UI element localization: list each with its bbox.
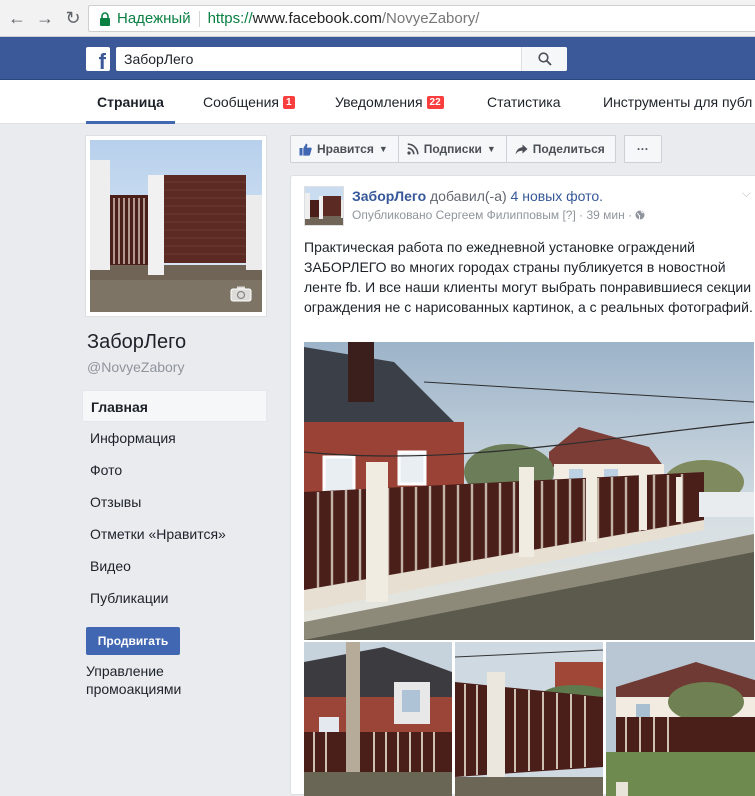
page-admin-tabs: Страница Сообщения 1 Уведомления 22 Статис…	[0, 80, 755, 124]
url-host: www.facebook.com	[252, 10, 382, 27]
avatar-fence-photo	[305, 187, 343, 225]
secure-label: Надежный	[117, 10, 191, 27]
facebook-top-bar: f	[0, 37, 755, 80]
thumbs-up-icon	[299, 143, 312, 156]
post-text: Практическая работа по ежедневной устано…	[304, 239, 753, 315]
follow-button[interactable]: Подписки ▼	[397, 135, 507, 163]
post-photo-thumb-2[interactable]	[455, 642, 603, 796]
left-nav-likes[interactable]: Отметки «Нравится»	[82, 518, 267, 550]
search-box	[116, 47, 567, 71]
post-meta: Опубликовано Сергеем Филипповым [?] · 39…	[352, 208, 645, 222]
tab-publishing-tools-label: Инструменты для публ	[603, 94, 753, 110]
more-options-button[interactable]: ···	[623, 135, 662, 163]
forward-arrow-icon[interactable]: →	[34, 7, 56, 29]
post-photo-thumb-1[interactable]	[304, 642, 452, 796]
post-action-text: добавил(-а)	[430, 188, 507, 204]
search-icon	[537, 52, 552, 66]
search-input[interactable]	[116, 48, 521, 70]
tab-notifications-label: Уведомления	[335, 94, 423, 110]
reload-icon[interactable]: ↻	[62, 7, 84, 29]
lock-icon	[99, 11, 111, 26]
address-divider	[198, 10, 200, 27]
page-title: ЗаборЛего	[87, 331, 187, 353]
like-button-label: Нравится	[317, 142, 374, 156]
fence-photo-thumb-3	[606, 642, 755, 796]
page-left-nav: Главная Информация Фото Отзывы Отметки «…	[82, 390, 267, 614]
post-options-chevron-icon[interactable]: ⌵	[742, 186, 751, 201]
post-photo-thumb-3[interactable]	[606, 642, 755, 796]
camera-icon[interactable]	[230, 286, 252, 302]
page-actions: Нравится ▼ Подписки ▼ Поделиться ···	[290, 135, 662, 163]
share-button[interactable]: Поделиться	[505, 135, 616, 163]
tab-page[interactable]: Страница	[86, 80, 175, 124]
feed-post: ЗаборЛего добавил(-а) 4 новых фото. Опуб…	[290, 175, 755, 796]
address-bar[interactable]: Надежный https://www.facebook.com/NovyeZ…	[88, 5, 755, 32]
tab-messages[interactable]: Сообщения 1	[203, 80, 295, 124]
facebook-logo[interactable]: f	[86, 47, 110, 71]
follow-button-label: Подписки	[423, 142, 482, 156]
globe-icon[interactable]	[635, 209, 645, 220]
tab-notifications[interactable]: Уведомления 22	[335, 80, 444, 124]
back-arrow-icon[interactable]: ←	[6, 7, 28, 29]
follow-dropdown-caret-icon: ▼	[486, 144, 496, 154]
manage-promotions-link[interactable]: Управление промоакциями	[86, 662, 236, 698]
promote-button[interactable]: Продвигать	[86, 627, 180, 655]
browser-toolbar: ← → ↻ Надежный https://www.facebook.com /…	[0, 0, 755, 37]
fence-photo-main	[304, 342, 754, 640]
like-dropdown-caret-icon: ▼	[378, 144, 388, 154]
post-author-link[interactable]: ЗаборЛего	[352, 188, 426, 204]
new-photos-link[interactable]: 4 новых фото.	[511, 188, 604, 204]
rss-icon	[407, 143, 419, 155]
tab-insights-label: Статистика	[487, 94, 561, 110]
left-nav-photos[interactable]: Фото	[82, 454, 267, 486]
left-nav-about[interactable]: Информация	[82, 422, 267, 454]
like-button[interactable]: Нравится ▼	[290, 135, 399, 163]
tab-publishing-tools[interactable]: Инструменты для публ	[603, 80, 752, 124]
share-button-label: Поделиться	[532, 142, 605, 156]
left-nav-videos[interactable]: Видео	[82, 550, 267, 582]
profile-picture[interactable]	[85, 135, 267, 317]
left-nav-home[interactable]: Главная	[82, 390, 267, 422]
post-author-avatar[interactable]	[304, 186, 344, 226]
fence-photo-thumb-1	[304, 642, 452, 796]
help-marker[interactable]: [?]	[562, 208, 575, 222]
tab-insights[interactable]: Статистика	[487, 80, 561, 124]
search-button[interactable]	[521, 47, 567, 71]
fence-photo-thumb-2	[455, 642, 603, 796]
notifications-badge: 22	[426, 95, 444, 109]
tab-messages-label: Сообщения	[203, 94, 279, 110]
tab-page-label: Страница	[97, 94, 164, 110]
left-nav-posts[interactable]: Публикации	[82, 582, 267, 614]
url-protocol: https://	[207, 10, 253, 27]
post-photo-main[interactable]	[304, 342, 754, 640]
messages-badge: 1	[282, 95, 295, 109]
left-nav-reviews[interactable]: Отзывы	[82, 486, 267, 518]
share-arrow-icon	[515, 144, 528, 155]
post-timestamp[interactable]: · 39 мин ·	[579, 208, 632, 222]
url-path: /NovyeZabory/	[381, 10, 480, 27]
post-header: ЗаборЛего добавил(-а) 4 новых фото.	[352, 188, 603, 204]
published-by[interactable]: Опубликовано Сергеем Филипповым	[352, 208, 559, 222]
page-username[interactable]: @NovyeZabory	[87, 359, 184, 375]
